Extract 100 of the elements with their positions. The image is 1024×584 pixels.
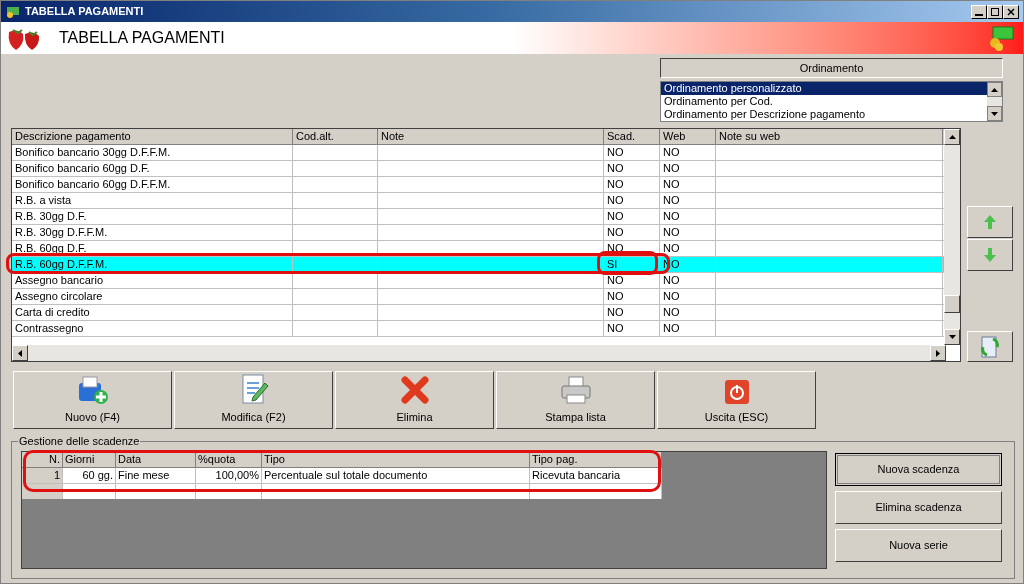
column-header[interactable]: %quota xyxy=(196,452,262,467)
table-row[interactable]: R.B. a vista NO NO xyxy=(12,193,944,209)
up-arrow-icon xyxy=(991,87,998,92)
move-up-button[interactable] xyxy=(967,206,1013,238)
table-row[interactable]: Bonifico bancario 30gg D.F.F.M. NO NO xyxy=(12,145,944,161)
action-button[interactable]: Nuova serie xyxy=(835,529,1002,562)
table-cell: NO xyxy=(663,274,680,286)
maximize-button[interactable] xyxy=(987,4,1003,19)
folder-plus-icon xyxy=(76,374,109,405)
scroll-left-button[interactable] xyxy=(12,345,28,361)
power-icon xyxy=(723,378,750,405)
left-arrow-icon xyxy=(18,349,22,357)
table-cell: R.B. 30gg D.F.F.M. xyxy=(15,226,108,238)
toolbar-button[interactable]: Uscita (ESC) xyxy=(657,371,816,429)
table-cell: NO xyxy=(663,162,680,174)
vertical-scrollbar[interactable] xyxy=(944,129,961,345)
scroll-down-button[interactable] xyxy=(987,106,1002,121)
right-arrow-icon xyxy=(936,349,940,357)
window-title: TABELLA PAGAMENTI xyxy=(25,4,144,20)
group-title: Gestione delle scadenze xyxy=(18,434,141,448)
table-cell: Assegno circolare xyxy=(15,290,103,302)
table-cell: NO xyxy=(607,146,624,158)
table-cell: NO xyxy=(663,242,680,254)
table-row[interactable]: Carta di credito NO NO xyxy=(12,305,944,321)
table-row[interactable]: Contrassegno NO NO xyxy=(12,321,944,337)
table-cell: NO xyxy=(607,306,624,318)
table-row[interactable]: Assegno circolare NO NO xyxy=(12,289,944,305)
column-header[interactable]: Descrizione pagamento xyxy=(12,129,293,144)
table-row[interactable]: R.B. 30gg D.F.F.M. NO NO xyxy=(12,225,944,241)
table-cell: SI xyxy=(607,258,618,270)
table-cell: Percentuale sul totale documento xyxy=(264,469,428,481)
table-cell: NO xyxy=(663,290,680,302)
down-arrow-icon xyxy=(991,111,998,116)
column-header[interactable]: Note su web xyxy=(716,129,943,144)
row-number: 1 xyxy=(53,469,60,481)
scrollbar[interactable] xyxy=(987,82,1002,121)
toolbar-button[interactable]: Nuovo (F4) xyxy=(13,371,172,429)
table-cell: NO xyxy=(607,226,624,238)
minimize-icon xyxy=(975,13,983,16)
table-cell: Bonifico bancario 60gg D.F.F.M. xyxy=(15,178,171,190)
close-button[interactable] xyxy=(1003,4,1019,19)
table-cell: Carta di credito xyxy=(15,306,90,318)
column-header[interactable]: N. xyxy=(22,452,63,467)
ordering-option[interactable]: Ordinamento personalizzato xyxy=(661,82,987,95)
up-arrow-icon xyxy=(948,135,956,139)
maximize-icon xyxy=(991,7,999,16)
minimize-button[interactable] xyxy=(971,4,987,19)
scroll-right-button[interactable] xyxy=(930,345,946,361)
table-cell: R.B. a vista xyxy=(15,194,72,206)
column-header[interactable]: Data xyxy=(116,452,196,467)
refresh-icon xyxy=(979,334,1002,359)
cross-icon xyxy=(399,374,430,405)
ordering-option[interactable]: Ordinamento per Descrizione pagamento xyxy=(661,108,987,121)
action-button[interactable]: Nuova scadenza xyxy=(835,453,1002,486)
table-cell: Assegno bancario xyxy=(15,274,104,286)
column-header[interactable]: Note xyxy=(378,129,604,144)
table-cell: NO xyxy=(663,322,680,334)
column-header[interactable]: Giorni xyxy=(63,452,116,467)
table-cell: NO xyxy=(607,210,624,222)
column-header[interactable]: Tipo pag. xyxy=(530,452,662,467)
column-header[interactable]: Cod.alt. xyxy=(293,129,378,144)
close-icon xyxy=(1007,7,1015,16)
table-cell: NO xyxy=(663,306,680,318)
ordering-header: Ordinamento xyxy=(660,58,1003,78)
toolbar-button[interactable]: Stampa lista xyxy=(496,371,655,429)
table-cell: NO xyxy=(663,226,680,238)
table-cell: NO xyxy=(607,274,624,286)
table-cell: NO xyxy=(607,162,624,174)
table-cell: Bonifico bancario 60gg D.F. xyxy=(15,162,150,174)
table-cell: Contrassegno xyxy=(15,322,84,334)
table-cell: Bonifico bancario 30gg D.F.F.M. xyxy=(15,146,171,158)
table-cell: NO xyxy=(607,194,624,206)
ordering-option[interactable]: Ordinamento per Cod. xyxy=(661,95,987,108)
column-header[interactable]: Tipo xyxy=(262,452,530,467)
down-arrow-icon xyxy=(984,248,997,262)
app-icon xyxy=(5,4,21,19)
column-header[interactable]: Web xyxy=(660,129,716,144)
scroll-thumb[interactable] xyxy=(944,295,961,313)
table-row[interactable]: Bonifico bancario 60gg D.F. NO NO xyxy=(12,161,944,177)
toolbar-button[interactable]: Elimina xyxy=(335,371,494,429)
table-cell: R.B. 30gg D.F. xyxy=(15,210,87,222)
toolbar-button[interactable]: Modifica (F2) xyxy=(174,371,333,429)
table-cell: NO xyxy=(663,146,680,158)
table-row[interactable]: Bonifico bancario 60gg D.F.F.M. NO NO xyxy=(12,177,944,193)
horizontal-scrollbar[interactable] xyxy=(12,345,946,361)
header-title: TABELLA PAGAMENTI xyxy=(59,28,225,48)
column-header[interactable]: Scad. xyxy=(604,129,660,144)
table-cell: 60 gg. xyxy=(82,469,113,481)
table-row[interactable]: R.B. 30gg D.F. NO NO xyxy=(12,209,944,225)
refresh-button[interactable] xyxy=(967,331,1013,362)
table-cell: NO xyxy=(607,290,624,302)
table-row[interactable]: Assegno bancario NO NO xyxy=(12,273,944,289)
scroll-up-button[interactable] xyxy=(987,82,1002,97)
printer-icon xyxy=(558,374,593,405)
action-button[interactable]: Elimina scadenza xyxy=(835,491,1002,524)
table-cell: R.B. 60gg D.F.F.M. xyxy=(15,258,108,270)
table-cell: NO xyxy=(663,178,680,190)
up-arrow-icon xyxy=(984,215,997,229)
move-down-button[interactable] xyxy=(967,239,1013,271)
table-cell: NO xyxy=(607,178,624,190)
